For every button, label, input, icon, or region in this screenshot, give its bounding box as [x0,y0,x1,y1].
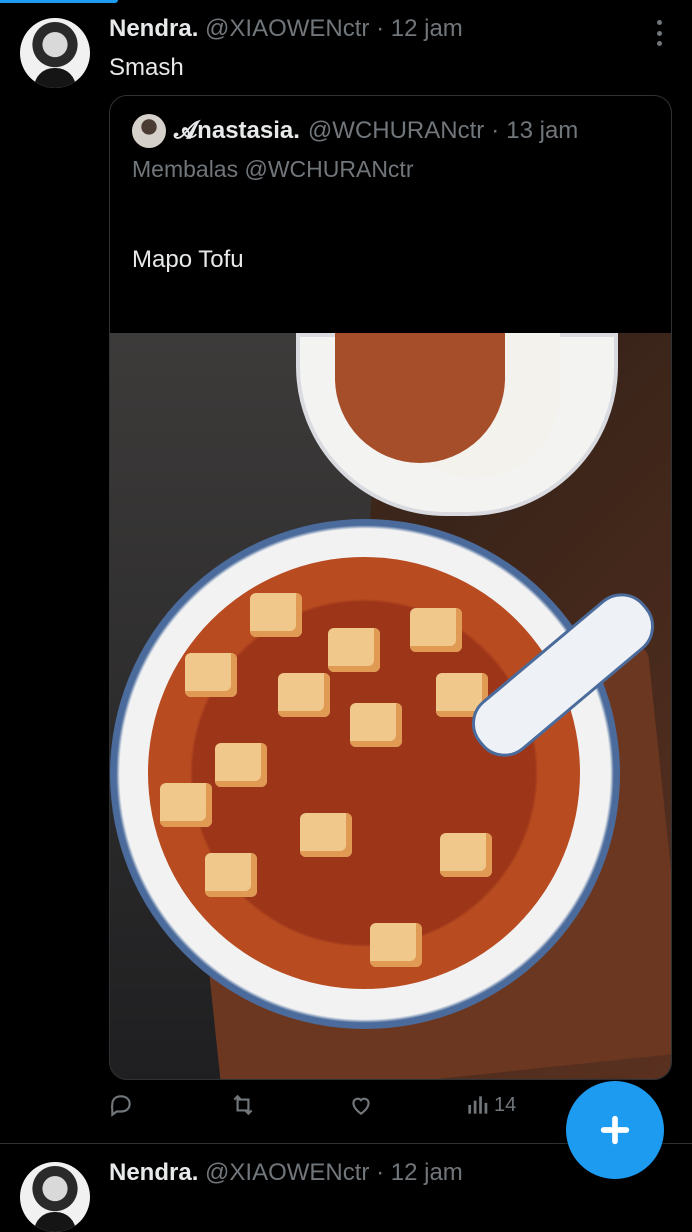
handle[interactable]: @XIAOWENctr [205,1159,369,1186]
views-count: 14 [494,1093,517,1116]
quoted-tweet[interactable]: 𝓐nastasia. @WCHURANctr · 13 jam Membalas… [109,95,672,1080]
tofu-cube [205,853,257,897]
compose-button[interactable] [566,1081,664,1179]
quote-text: Mapo Tofu [132,246,244,273]
mapo-tofu-sauce-shape [148,557,580,989]
like-button[interactable] [348,1092,374,1118]
reply-button[interactable] [108,1092,134,1118]
timestamp[interactable]: 12 jam [391,15,463,42]
more-icon[interactable] [654,20,664,46]
tofu-cube [328,628,380,672]
views-icon [468,1096,488,1114]
tofu-cube [278,673,330,717]
quote-timestamp: 13 jam [506,117,579,144]
tofu-cube [410,608,462,652]
tweet-header: Nendra. @XIAOWENctr · 12 jam [109,15,463,43]
display-name[interactable]: Nendra. [109,1159,198,1186]
tweet-actions: 14 [108,1092,528,1132]
retweet-icon [233,1094,253,1116]
tweet-text: Smash [109,54,184,81]
quote-separator-dot: · [491,117,500,144]
tofu-cube [160,783,212,827]
tofu-cube [185,653,237,697]
reply-icon [110,1095,131,1117]
retweet-button[interactable] [230,1092,256,1118]
quote-handle: @WCHURANctr [307,117,485,144]
avatar[interactable] [20,18,90,88]
tofu-cube [350,703,402,747]
quote-header: 𝓐nastasia. @WCHURANctr · 13 jam [132,114,578,148]
tofu-cube [300,813,352,857]
avatar[interactable] [20,1162,90,1232]
tofu-cube [215,743,267,787]
views-button[interactable]: 14 [464,1092,516,1118]
timestamp[interactable]: 12 jam [391,1159,463,1186]
separator-dot: · [376,15,385,42]
plus-icon [600,1115,630,1145]
handle[interactable]: @XIAOWENctr [205,15,369,42]
mapo-tofu-photo[interactable] [110,333,671,1079]
reply-context: Membalas @WCHURANctr [132,156,414,182]
tweet-header: Nendra. @XIAOWENctr · 12 jam [109,1159,463,1187]
tofu-cube [370,923,422,967]
like-icon [352,1097,370,1115]
display-name[interactable]: Nendra. [109,15,198,42]
tofu-cube [250,593,302,637]
tweet[interactable]: Nendra. @XIAOWENctr · 12 jam Smash 𝓐nast… [0,0,692,1144]
separator-dot: · [376,1159,385,1186]
tofu-cube [440,833,492,877]
quote-avatar [132,114,166,148]
quote-display-name: 𝓐nastasia. [174,117,300,144]
